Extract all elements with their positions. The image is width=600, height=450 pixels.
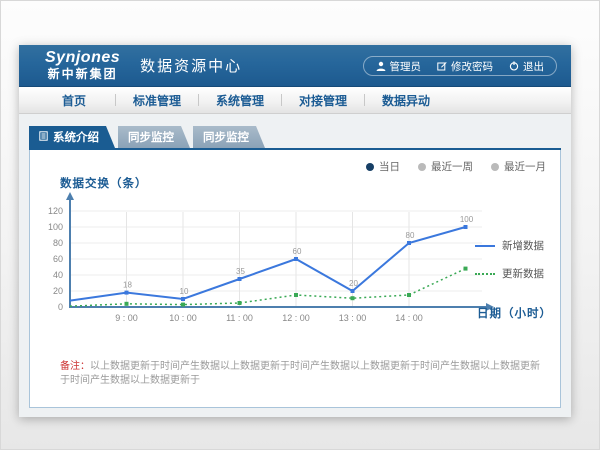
svg-text:60: 60 — [293, 247, 302, 256]
dotted-line-icon — [475, 273, 495, 275]
change-password-button[interactable]: 修改密码 — [437, 59, 493, 74]
radio-label: 最近一周 — [431, 159, 473, 174]
footnote: 备注：以上数据更新于时间产生数据以上数据更新于时间产生数据以上数据更新于时间产生… — [60, 360, 540, 388]
radio-unselected-icon — [418, 163, 426, 171]
user-icon — [376, 61, 386, 71]
company-logo: Synjones 新中新集团 — [45, 49, 120, 81]
svg-text:13 : 00: 13 : 00 — [339, 313, 367, 323]
svg-text:0: 0 — [58, 302, 63, 312]
main-nav: 首页 标准管理 系统管理 对接管理 数据异动 — [19, 87, 571, 114]
svg-text:14 : 00: 14 : 00 — [395, 313, 423, 323]
tab-system-intro[interactable]: 系统介绍 — [29, 126, 115, 148]
edit-icon — [437, 61, 447, 71]
logo-text-en: Synjones — [45, 49, 120, 67]
svg-text:60: 60 — [53, 254, 63, 264]
nav-item-system-mgmt[interactable]: 系统管理 — [199, 92, 281, 109]
svg-text:18: 18 — [123, 281, 132, 290]
radio-label: 最近一月 — [504, 159, 546, 174]
content-panel: 当日 最近一周 最近一月 数据交换（条） 0204060801001209 : … — [29, 150, 561, 408]
line-chart: 0 20 40 60 80 100 120 9 : 00 10 : 00 11 : 00 12 : … — [30, 186, 500, 341]
legend-item-updated-data[interactable]: 更新数据 — [475, 266, 544, 281]
radio-unselected-icon — [491, 163, 499, 171]
tab-sync-monitor-1[interactable]: 同步监控 — [118, 126, 190, 148]
radio-label: 当日 — [379, 159, 400, 174]
svg-text:11 : 00: 11 : 00 — [226, 313, 253, 323]
svg-text:120: 120 — [48, 206, 63, 216]
tab-label: 系统介绍 — [53, 129, 99, 145]
main-window: Synjones 新中新集团 数据资源中心 管理员 修改密码 退出 首页 标准管… — [19, 45, 571, 417]
svg-text:10: 10 — [180, 287, 189, 296]
line-chart-svg: 0 20 40 60 80 100 120 9 : 00 10 : 00 11 : 00 12 : … — [30, 186, 500, 341]
nav-item-interface-mgmt[interactable]: 对接管理 — [282, 92, 364, 109]
svg-text:9 : 00: 9 : 00 — [115, 313, 138, 323]
user-toolbar: 管理员 修改密码 退出 — [363, 56, 558, 76]
tab-label: 同步监控 — [128, 129, 174, 145]
radio-last-week[interactable]: 最近一周 — [418, 159, 473, 174]
svg-text:80: 80 — [406, 231, 415, 240]
svg-text:40: 40 — [53, 270, 63, 280]
current-user-button[interactable]: 管理员 — [376, 59, 422, 74]
svg-text:12 : 00: 12 : 00 — [282, 313, 310, 323]
power-icon — [509, 61, 519, 71]
legend-label: 新增数据 — [502, 238, 544, 253]
logo-text-cn: 新中新集团 — [45, 68, 120, 82]
nav-item-data-change[interactable]: 数据异动 — [365, 92, 447, 109]
app-header: Synjones 新中新集团 数据资源中心 管理员 修改密码 退出 — [19, 45, 571, 87]
tab-label: 同步监控 — [203, 129, 249, 145]
solid-line-icon — [475, 245, 495, 247]
tab-strip: 系统介绍 同步监控 同步监控 — [19, 126, 571, 148]
document-icon — [39, 131, 48, 144]
page-title: 数据资源中心 — [140, 55, 242, 76]
legend-item-new-data[interactable]: 新增数据 — [475, 238, 544, 253]
radio-last-month[interactable]: 最近一月 — [491, 159, 546, 174]
svg-text:80: 80 — [53, 238, 63, 248]
footnote-prefix: 备注： — [60, 361, 90, 372]
svg-text:20: 20 — [349, 279, 358, 288]
svg-text:35: 35 — [236, 267, 245, 276]
svg-text:20: 20 — [53, 286, 63, 296]
logout-button[interactable]: 退出 — [509, 59, 544, 74]
svg-text:10 : 00: 10 : 00 — [169, 313, 197, 323]
radio-today[interactable]: 当日 — [366, 159, 400, 174]
svg-text:100: 100 — [48, 222, 63, 232]
change-password-label: 修改密码 — [451, 59, 493, 74]
logout-label: 退出 — [523, 59, 544, 74]
chart-legend: 新增数据 更新数据 — [475, 238, 544, 281]
tab-sync-monitor-2[interactable]: 同步监控 — [193, 126, 265, 148]
time-range-filter: 当日 最近一周 最近一月 — [366, 159, 546, 174]
footnote-text: 以上数据更新于时间产生数据以上数据更新于时间产生数据以上数据更新于时间产生数据以… — [60, 361, 540, 386]
svg-text:100: 100 — [460, 215, 474, 224]
nav-item-home[interactable]: 首页 — [33, 92, 115, 109]
page: { "header": { "logo_line1": "Synjones", … — [0, 0, 600, 450]
legend-label: 更新数据 — [502, 266, 544, 281]
radio-selected-icon — [366, 163, 374, 171]
current-user-label: 管理员 — [390, 59, 422, 74]
nav-item-standard-mgmt[interactable]: 标准管理 — [116, 92, 198, 109]
x-axis-title: 日期（小时） — [477, 305, 552, 321]
